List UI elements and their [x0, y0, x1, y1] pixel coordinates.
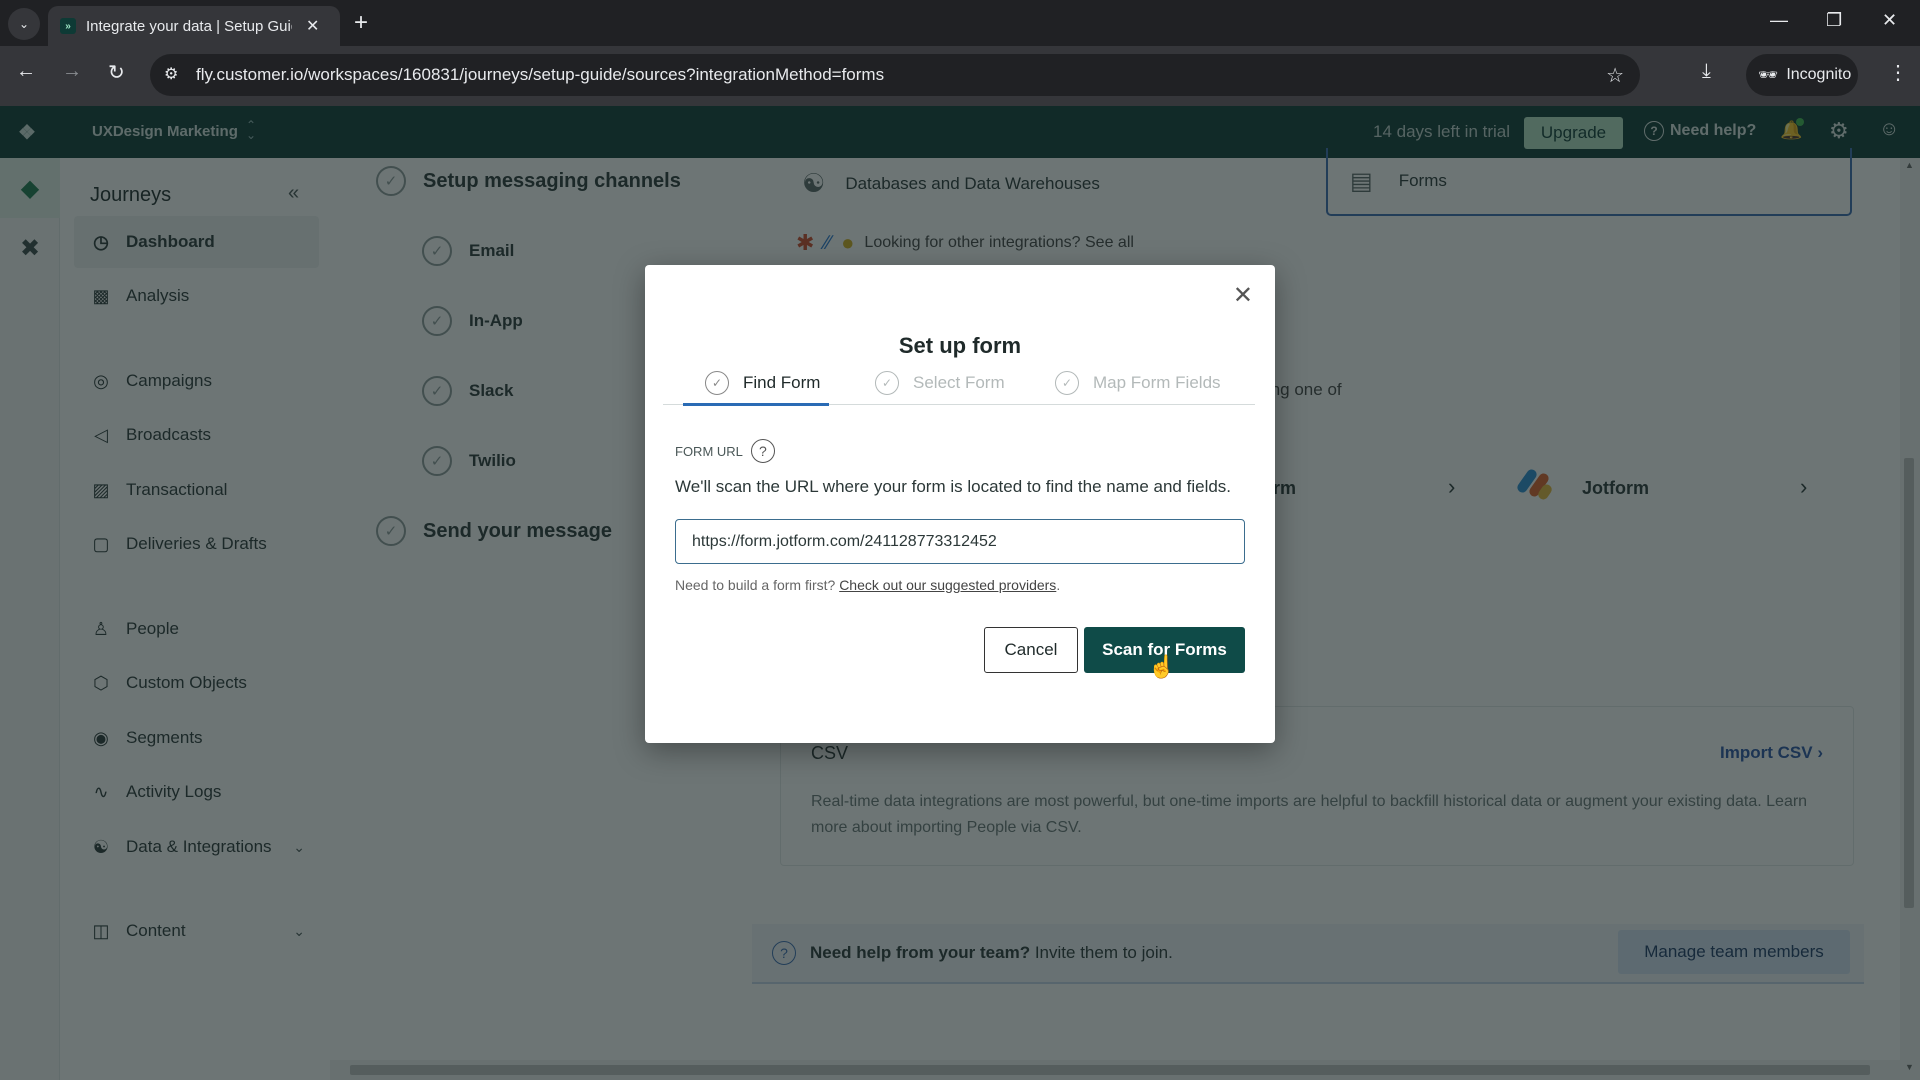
step-select-form: ✓ Select Form — [875, 371, 1005, 395]
form-url-description: We'll scan the URL where your form is lo… — [675, 477, 1232, 496]
tab-title: Integrate your data | Setup Guide — [86, 17, 292, 35]
form-hint: Need to build a form first? Check out ou… — [675, 577, 1060, 593]
step-map-form-fields: ✓ Map Form Fields — [1055, 371, 1221, 395]
minimize-button[interactable]: — — [1770, 10, 1788, 31]
step-label: Select Form — [913, 373, 1005, 392]
check-circle-icon: ✓ — [705, 371, 729, 395]
close-window-button[interactable]: ✕ — [1882, 10, 1897, 31]
scan-for-forms-button[interactable]: Scan for Forms — [1084, 627, 1245, 673]
site-info-icon[interactable]: ⚙ — [164, 64, 178, 84]
close-icon[interactable]: ✕ — [1233, 281, 1253, 310]
modal-stepper: ✓ Find Form ✓ Select Form ✓ Map Form Fie… — [663, 371, 1255, 406]
form-url-input[interactable] — [675, 519, 1245, 564]
close-tab-icon[interactable]: ✕ — [306, 16, 319, 36]
active-step-indicator — [683, 403, 829, 406]
help-icon[interactable]: ? — [750, 439, 775, 463]
cancel-button[interactable]: Cancel — [984, 627, 1078, 673]
browser-toolbar: ← → ↻ ⚙ fly.customer.io/workspaces/16083… — [0, 46, 1920, 106]
step-label: Map Form Fields — [1093, 373, 1221, 392]
step-find-form[interactable]: ✓ Find Form — [705, 371, 820, 395]
browser-menu-icon[interactable]: ⋮ — [1888, 60, 1908, 85]
step-label: Find Form — [743, 373, 821, 392]
address-bar[interactable]: ⚙ fly.customer.io/workspaces/160831/jour… — [150, 54, 1640, 96]
forward-arrow-icon[interactable]: → — [62, 60, 82, 83]
hint-end: . — [1056, 577, 1061, 593]
form-url-label: FORM URL ? — [675, 439, 775, 463]
reload-icon[interactable]: ↻ — [108, 60, 125, 85]
check-circle-icon: ✓ — [875, 371, 899, 395]
incognito-label: Incognito — [1786, 66, 1852, 83]
download-icon[interactable]: ⤓ — [1702, 60, 1711, 83]
customerio-favicon-icon: » — [60, 18, 76, 34]
url-text[interactable]: fly.customer.io/workspaces/160831/journe… — [196, 65, 884, 85]
suggested-providers-link[interactable]: Check out our suggested providers — [839, 577, 1056, 593]
browser-tab-strip: ⌄ » Integrate your data | Setup Guide ✕ … — [0, 0, 1920, 46]
bookmark-star-icon[interactable]: ☆ — [1606, 63, 1624, 88]
hint-text: Need to build a form first? — [675, 577, 840, 593]
app: ❖ UXDesign Marketing ⌃⌄ 14 days left in … — [0, 106, 1920, 1080]
tab-search-button[interactable]: ⌄ — [8, 8, 40, 40]
back-arrow-icon[interactable]: ← — [16, 60, 36, 83]
incognito-icon: 🕶 — [1758, 67, 1779, 84]
incognito-badge[interactable]: 🕶 Incognito — [1746, 54, 1858, 96]
restore-button[interactable]: ❐ — [1826, 10, 1842, 31]
new-tab-button[interactable]: + — [354, 10, 368, 36]
form-url-label-text: FORM URL — [675, 443, 743, 459]
check-circle-icon: ✓ — [1055, 371, 1079, 395]
setup-form-modal: ✕ Set up form ✓ Find Form ✓ Select Form … — [645, 265, 1275, 743]
browser-tab[interactable]: » Integrate your data | Setup Guide ✕ — [48, 6, 340, 46]
modal-title: Set up form — [898, 333, 1022, 358]
